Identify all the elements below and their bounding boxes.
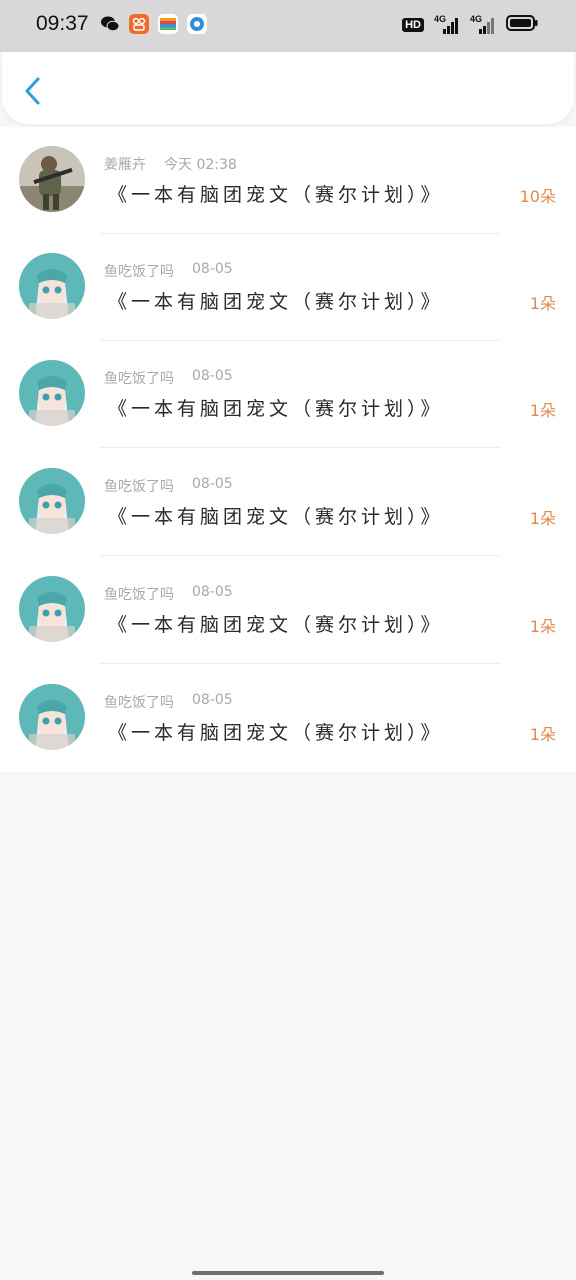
book-title: 《一本有脑团宠文（赛尔计划）》 xyxy=(108,184,444,206)
flower-count: 1朵 xyxy=(529,725,556,744)
gift-record-list: 姜雁卉 今天 02:38 《一本有脑团宠文（赛尔计划）》 10朵 鱼吃饭了吗 0… xyxy=(0,127,576,772)
book-title: 《一本有脑团宠文（赛尔计划）》 xyxy=(108,614,444,636)
divider xyxy=(100,447,500,448)
flower-count: 1朵 xyxy=(529,294,556,313)
send-time: 08-05 xyxy=(192,261,233,277)
home-indicator[interactable] xyxy=(192,1271,384,1275)
row-meta: 姜雁卉 今天 02:38 xyxy=(104,154,237,174)
send-time: 08-05 xyxy=(192,584,233,600)
row-meta: 鱼吃饭了吗 08-05 xyxy=(104,476,233,496)
4g-signal-icon: 4G xyxy=(434,14,460,34)
avatar[interactable] xyxy=(19,253,85,319)
avatar[interactable] xyxy=(19,360,85,426)
hd-icon: HD xyxy=(402,18,424,32)
send-time: 08-05 xyxy=(192,368,233,384)
send-time: 08-05 xyxy=(192,692,233,708)
book-title: 《一本有脑团宠文（赛尔计划）》 xyxy=(108,398,444,420)
flower-count: 10朵 xyxy=(519,187,556,206)
row-meta: 鱼吃饭了吗 08-05 xyxy=(104,692,233,712)
list-item[interactable]: 鱼吃饭了吗 08-05 《一本有脑团宠文（赛尔计划）》 1朵 xyxy=(0,341,576,448)
book-title: 《一本有脑团宠文（赛尔计划）》 xyxy=(108,291,444,313)
browser-icon xyxy=(187,14,207,34)
divider xyxy=(100,663,500,664)
avatar[interactable] xyxy=(19,468,85,534)
divider xyxy=(100,555,500,556)
4g-signal-icon: 4G xyxy=(470,14,496,34)
avatar[interactable] xyxy=(19,576,85,642)
row-meta: 鱼吃饭了吗 08-05 xyxy=(104,584,233,604)
sender-name: 鱼吃饭了吗 xyxy=(104,479,174,495)
header xyxy=(2,52,574,124)
wechat-icon xyxy=(100,14,120,34)
sender-name: 鱼吃饭了吗 xyxy=(104,587,174,603)
back-button[interactable] xyxy=(18,76,48,106)
row-meta: 鱼吃饭了吗 08-05 xyxy=(104,368,233,388)
status-right-icons: HD 4G 4G xyxy=(402,14,538,35)
book-title: 《一本有脑团宠文（赛尔计划）》 xyxy=(108,506,444,528)
chevron-left-icon xyxy=(25,77,40,105)
send-time: 08-05 xyxy=(192,476,233,492)
list-item[interactable]: 鱼吃饭了吗 08-05 《一本有脑团宠文（赛尔计划）》 1朵 xyxy=(0,234,576,341)
list-item[interactable]: 姜雁卉 今天 02:38 《一本有脑团宠文（赛尔计划）》 10朵 xyxy=(0,127,576,234)
send-time: 今天 02:38 xyxy=(164,157,237,173)
flower-count: 1朵 xyxy=(529,401,556,420)
flower-count: 1朵 xyxy=(529,509,556,528)
list-item[interactable]: 鱼吃饭了吗 08-05 《一本有脑团宠文（赛尔计划）》 1朵 xyxy=(0,557,576,664)
list-item[interactable]: 鱼吃饭了吗 08-05 《一本有脑团宠文（赛尔计划）》 1朵 xyxy=(0,665,576,772)
kuaishou-icon xyxy=(129,14,149,34)
sender-name: 鱼吃饭了吗 xyxy=(104,695,174,711)
flower-count: 1朵 xyxy=(529,617,556,636)
sender-name: 鱼吃饭了吗 xyxy=(104,371,174,387)
avatar[interactable] xyxy=(19,684,85,750)
avatar[interactable] xyxy=(19,146,85,212)
wallet-icon xyxy=(158,14,178,34)
status-bar: 09:37 HD 4G 4G xyxy=(0,0,576,52)
sender-name: 鱼吃饭了吗 xyxy=(104,264,174,280)
sender-name: 姜雁卉 xyxy=(104,157,146,173)
status-app-icons xyxy=(100,14,207,34)
battery-icon xyxy=(506,15,538,35)
book-title: 《一本有脑团宠文（赛尔计划）》 xyxy=(108,722,444,744)
status-time: 09:37 xyxy=(36,12,89,35)
list-item[interactable]: 鱼吃饭了吗 08-05 《一本有脑团宠文（赛尔计划）》 1朵 xyxy=(0,449,576,556)
row-meta: 鱼吃饭了吗 08-05 xyxy=(104,261,233,281)
